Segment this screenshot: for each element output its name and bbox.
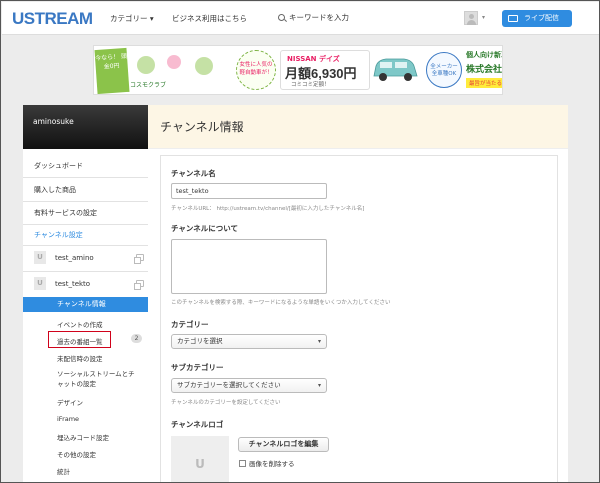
live-broadcast-label: ライブ配信 <box>524 14 559 22</box>
chevron-down-icon: ▾ <box>317 382 321 389</box>
channel-url-hint: チャンネルURL： http://ustream.tv/channel/[最初に… <box>171 206 365 212</box>
channel-name: test_tekto <box>55 280 91 288</box>
sub-item-social-stream[interactable]: ソーシャルストリームとチ ャットの設定 <box>57 369 135 389</box>
banner-decoration <box>137 55 213 75</box>
ad-banner[interactable]: 今なら！ 頭金0円 コスモクラブ 女性に人気の 軽自動車が！ NISSAN デイ… <box>93 45 503 95</box>
banner-nissan-box: NISSAN デイズ 月額6,930円 コミコミ定額！ <box>280 50 370 90</box>
chevron-down-icon: ▾ <box>317 338 321 345</box>
search-input[interactable]: キーワードを入力 <box>278 12 349 23</box>
divider <box>23 271 148 272</box>
category-select-value: カテゴリを選択 <box>177 337 223 345</box>
channel-item-test-amino[interactable]: U test_amino <box>34 251 144 265</box>
avatar[interactable] <box>464 11 478 25</box>
divider <box>23 201 148 202</box>
banner-badge: 全メーカー 全車種OK <box>426 52 462 88</box>
sub-item-design[interactable]: デザイン <box>57 397 83 407</box>
subcategory-select[interactable]: サブカテゴリーを選択してください ▾ <box>171 378 327 393</box>
channel-thumbnail: U <box>34 251 46 264</box>
ustream-logo[interactable]: USTREAM <box>12 9 93 29</box>
sidebar-item-dashboard[interactable]: ダッシュボード <box>23 161 148 171</box>
about-textarea[interactable] <box>171 239 327 294</box>
divider <box>23 177 148 178</box>
subcategory-label: サブカテゴリー <box>171 363 224 372</box>
sidebar-username[interactable]: aminosuke <box>33 117 74 126</box>
about-label: チャンネルについて <box>171 224 239 233</box>
category-label: カテゴリー <box>171 320 209 329</box>
sub-item-social-stream-line1: ソーシャルストリームとチ <box>57 370 135 378</box>
delete-image-checkbox[interactable] <box>239 460 246 467</box>
sub-item-stats[interactable]: 統計 <box>57 466 70 476</box>
banner-right-line3: 最旨が当たるキャンペーン開催中! <box>466 78 502 88</box>
category-menu[interactable]: カテゴリー ▾ <box>110 13 154 24</box>
banner-coop-logo: コスモクラブ <box>130 82 167 89</box>
delete-image-label: 画像を削除する <box>249 460 295 468</box>
banner-nissan-sub: コミコミ定額！ <box>291 82 330 88</box>
copy-icon[interactable] <box>134 254 144 264</box>
count-badge: 2 <box>131 334 142 343</box>
sub-item-unaired-settings[interactable]: 未配信時の設定 <box>57 353 103 363</box>
banner-right-line2: 株式会社オリコオートリース <box>466 65 503 75</box>
subcategory-select-value: サブカテゴリーを選択してください <box>177 381 281 389</box>
chevron-down-icon[interactable]: ▾ <box>482 14 485 21</box>
category-select[interactable]: カテゴリを選択 ▾ <box>171 334 327 349</box>
channel-item-test-tekto[interactable]: U test_tekto <box>34 277 144 291</box>
subcategory-hint: チャンネルのカテゴリーを設定してください <box>171 400 281 406</box>
channel-thumbnail: U <box>34 277 46 290</box>
search-icon <box>278 14 285 21</box>
search-placeholder: キーワードを入力 <box>289 13 349 22</box>
car-image <box>373 58 418 81</box>
channel-logo-image: U <box>171 436 229 482</box>
delete-image-row[interactable]: 画像を削除する <box>239 458 295 468</box>
channel-logo-label: チャンネルロゴ <box>171 420 224 429</box>
sidebar-item-purchases[interactable]: 購入した商品 <box>23 185 148 195</box>
about-hint: このチャンネルを検索する際、キーワードになるような単語をいくつか入力してください <box>171 300 391 306</box>
divider <box>23 245 148 246</box>
top-navigation-bar: USTREAM カテゴリー ▾ ビジネス利用はこちら キーワードを入力 ▾ ライ… <box>2 2 599 35</box>
page-frame: USTREAM カテゴリー ▾ ビジネス利用はこちら キーワードを入力 ▾ ライ… <box>0 0 600 483</box>
camera-icon <box>508 15 518 22</box>
channel-name-label: チャンネル名 <box>171 169 216 178</box>
copy-icon[interactable] <box>134 280 144 290</box>
sidebar-user-header: aminosuke <box>23 105 148 149</box>
channel-name-input[interactable] <box>171 183 327 199</box>
sub-item-create-event[interactable]: イベントの作成 <box>57 319 103 329</box>
edit-logo-button[interactable]: チャンネルロゴを編集 <box>238 437 329 452</box>
page-title: チャンネル情報 <box>160 120 244 134</box>
sub-item-past-shows[interactable]: 過去の番組一覧 <box>57 336 103 346</box>
banner-right-line1: 個人向け新車カーリースなら <box>466 51 502 59</box>
business-link[interactable]: ビジネス利用はこちら <box>172 13 247 24</box>
sidebar-item-paid-services[interactable]: 有料サービスの設定 <box>23 208 148 218</box>
sub-item-social-stream-line2: ャットの設定 <box>57 380 96 388</box>
banner-right-text: 個人向け新車カーリースなら 株式会社オリコオートリース 最旨が当たるキャンペーン… <box>466 50 503 88</box>
channel-name: test_amino <box>55 254 94 262</box>
banner-tag: 今なら！ 頭金0円 <box>94 47 130 94</box>
banner-circle: 女性に人気の 軽自動車が！ <box>236 50 276 90</box>
main-header: チャンネル情報 <box>148 105 568 149</box>
sidebar: aminosuke ダッシュボード 購入した商品 有料サービスの設定 チャンネル… <box>23 105 148 482</box>
sub-item-iframe[interactable]: iFrame <box>57 415 79 423</box>
sidebar-item-channel-settings[interactable]: チャンネル設定 <box>23 230 148 240</box>
live-broadcast-button[interactable]: ライブ配信 <box>502 10 572 27</box>
sub-item-other-settings[interactable]: その他の設定 <box>57 449 96 459</box>
sub-item-embed-code[interactable]: 埋込みコード設定 <box>57 432 109 442</box>
sub-item-channel-info[interactable]: チャンネル情報 <box>23 297 148 312</box>
divider <box>23 224 148 225</box>
